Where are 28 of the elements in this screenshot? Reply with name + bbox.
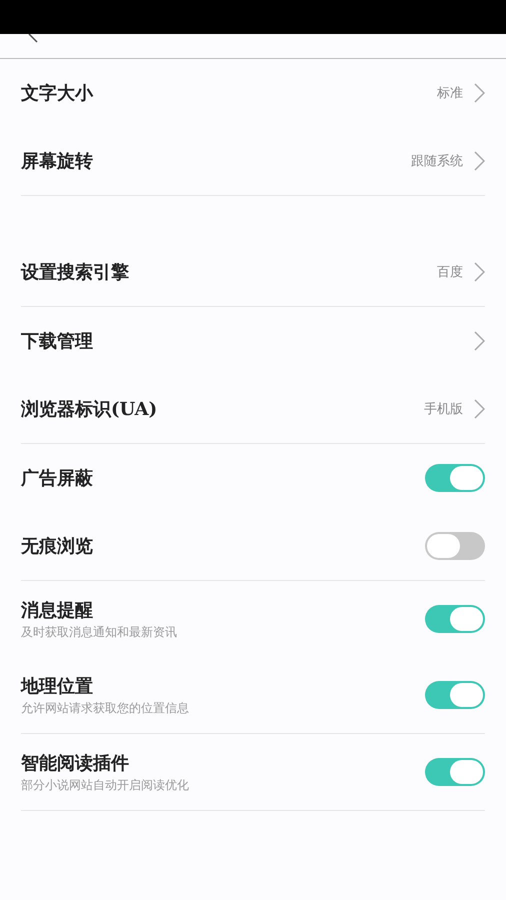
setting-description: 允许网站请求获取您的位置信息 <box>21 700 190 716</box>
chevron-right-icon <box>473 331 485 351</box>
chevron-right-icon <box>473 399 485 419</box>
chevron-right-icon <box>473 83 485 103</box>
setting-label: 智能阅读插件 <box>21 752 130 774</box>
setting-label: 广告屏蔽 <box>21 467 94 490</box>
toggle-switch[interactable] <box>425 605 485 633</box>
setting-value: 跟随系统 <box>411 153 463 170</box>
toggle-switch[interactable] <box>425 464 485 492</box>
setting-label[interactable]: 设置搜索引擎 <box>21 260 437 284</box>
setting-description: 部分小说网站自动开启阅读优化 <box>21 776 190 794</box>
setting-label[interactable]: 文字大小 <box>21 81 437 105</box>
chevron-right-icon <box>473 151 485 171</box>
setting-label: 消息提醒 <box>21 598 94 622</box>
setting-label: 地理位置 <box>21 674 94 698</box>
chevron-right-icon <box>473 262 485 282</box>
setting-description: 及时获取消息通知和最新资讯 <box>21 624 178 640</box>
setting-label: 无痕浏览 <box>21 535 94 558</box>
setting-label[interactable]: 屏幕旋转 <box>21 149 411 173</box>
toggle-switch[interactable] <box>425 758 485 786</box>
back-icon[interactable] <box>28 34 40 44</box>
toggle-switch[interactable] <box>425 681 485 709</box>
setting-label[interactable]: 下载管理 <box>21 329 473 353</box>
toggle-switch[interactable] <box>425 532 485 560</box>
setting-value: 标准 <box>437 85 463 102</box>
setting-value: 百度 <box>437 264 463 281</box>
setting-label[interactable]: 浏览器标识(UA) <box>21 397 424 421</box>
setting-value: 手机版 <box>424 401 463 418</box>
